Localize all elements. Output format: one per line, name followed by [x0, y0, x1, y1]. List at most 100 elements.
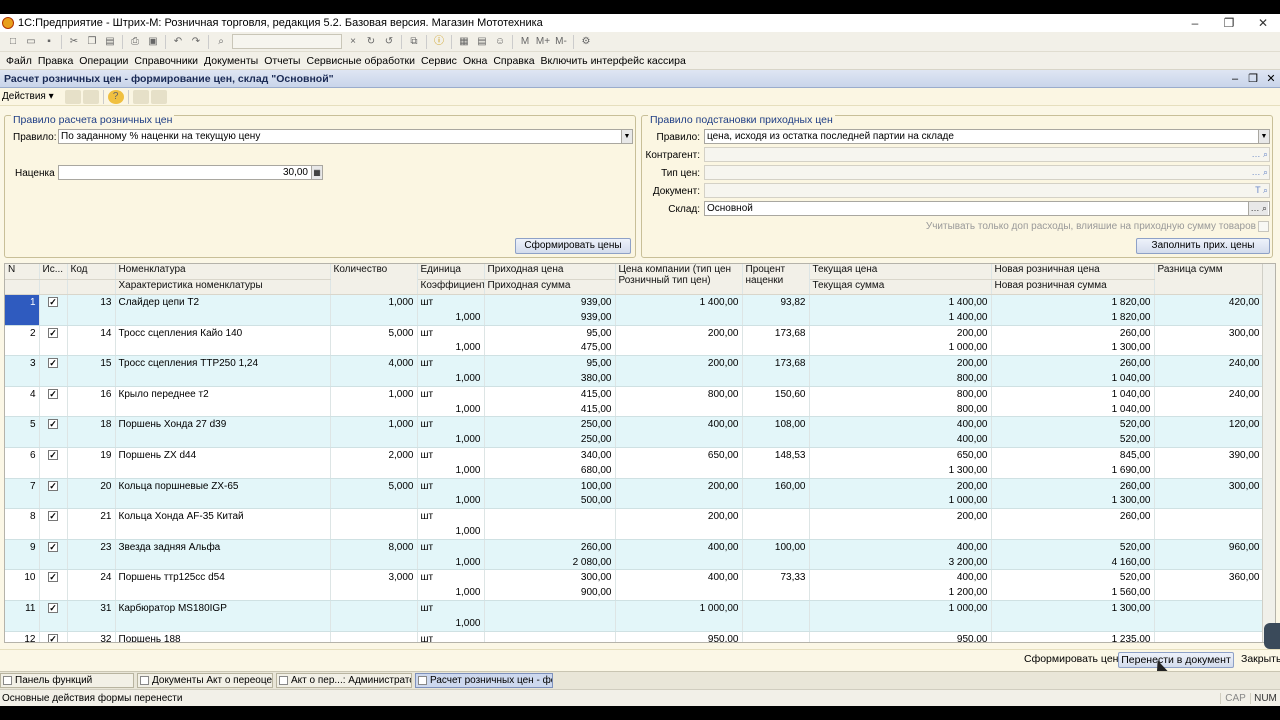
cell-in-sum[interactable]: 380,00 [484, 371, 616, 387]
cut-icon[interactable]: ✂ [66, 35, 82, 49]
cell-n[interactable]: 10 [5, 569, 40, 586]
cell-cur-price[interactable]: 400,00 [809, 539, 992, 555]
cell-qty[interactable]: 5,000 [330, 478, 418, 494]
cell-pct-sub[interactable] [742, 401, 810, 418]
row-checkbox[interactable]: ✓ [48, 511, 58, 522]
cell-qty[interactable]: 1,000 [330, 416, 418, 433]
table-row-sub[interactable]: 1,000 2 080,00 3 200,00 4 160,00 [5, 554, 1264, 571]
cell-unit[interactable]: шт [417, 447, 485, 463]
cell-n[interactable]: 6 [5, 447, 40, 463]
cell-is[interactable]: ✓ [39, 539, 68, 555]
table-row[interactable]: 3 ✓ 15 Тросс сцепления TTP250 1,24 4,000 шт 95… [5, 355, 1264, 372]
cell-unit[interactable]: шт [417, 631, 485, 642]
cell-pct[interactable]: 100,00 [742, 539, 810, 555]
cell-coef[interactable]: 1,000 [417, 340, 485, 357]
cell-code[interactable]: 19 [67, 447, 116, 463]
cell-qty-sub[interactable] [330, 524, 418, 540]
cell-is-sub[interactable] [39, 432, 68, 449]
form-close-icon[interactable]: ✕ [1262, 72, 1280, 85]
cell-n-sub[interactable] [5, 309, 40, 326]
cell-coef[interactable]: 1,000 [417, 554, 485, 571]
cell-qty[interactable]: 8,000 [330, 539, 418, 555]
cell-new-sum[interactable]: 1 820,00 [991, 309, 1155, 326]
cell-is[interactable]: ✓ [39, 294, 68, 310]
cell-new-price[interactable]: 260,00 [991, 355, 1155, 372]
cell-coef[interactable]: 1,000 [417, 585, 485, 602]
cell-new-sum[interactable]: 1 690,00 [991, 462, 1155, 479]
cell-in-sum[interactable]: 475,00 [484, 340, 616, 357]
cell-code-sub[interactable] [67, 401, 116, 418]
cell-company-sub[interactable] [615, 309, 743, 326]
cell-coef[interactable]: 1,000 [417, 401, 485, 418]
menu-windows[interactable]: Окна [463, 55, 487, 67]
cell-code-sub[interactable] [67, 340, 116, 357]
cell-is[interactable]: ✓ [39, 355, 68, 372]
cell-n-sub[interactable] [5, 585, 40, 602]
search-icon[interactable]: … ⌕ [1251, 166, 1268, 179]
cell-pct[interactable]: 93,82 [742, 294, 810, 310]
cell-cur-sum[interactable] [809, 615, 992, 632]
cell-in-sum[interactable]: 939,00 [484, 309, 616, 326]
cell-n-sub[interactable] [5, 524, 40, 540]
cell-diff-sub[interactable] [1154, 462, 1264, 479]
menu-cashier-interface[interactable]: Включить интерфейс кассира [541, 55, 686, 67]
cell-in-sum[interactable]: 680,00 [484, 462, 616, 479]
cell-pct-sub[interactable] [742, 371, 810, 387]
col-cur-price[interactable]: Текущая цена [809, 264, 992, 280]
menu-help[interactable]: Справка [493, 55, 534, 67]
cell-qty-sub[interactable] [330, 432, 418, 449]
col-unit[interactable]: Единица [417, 264, 485, 280]
filter-icon[interactable]: T ⌕ [1255, 184, 1268, 197]
cell-code-sub[interactable] [67, 585, 116, 602]
cell-in-sum[interactable]: 2 080,00 [484, 554, 616, 571]
chevron-down-icon[interactable]: ▼ [621, 130, 632, 143]
cell-pct-sub[interactable] [742, 524, 810, 540]
calculator-icon[interactable]: ▦ [456, 35, 472, 49]
cell-new-sum[interactable]: 4 160,00 [991, 554, 1155, 571]
cell-pct-sub[interactable] [742, 432, 810, 449]
cell-code-sub[interactable] [67, 615, 116, 632]
cell-company-price[interactable]: 650,00 [615, 447, 743, 463]
cell-company-sub[interactable] [615, 615, 743, 632]
cell-in-price[interactable]: 100,00 [484, 478, 616, 494]
cell-new-price[interactable]: 845,00 [991, 447, 1155, 463]
actions-menu[interactable]: Действия ▾ [2, 91, 54, 102]
cell-n[interactable]: 4 [5, 386, 40, 402]
row-checkbox[interactable]: ✓ [48, 572, 58, 583]
menu-catalogs[interactable]: Справочники [134, 55, 198, 67]
cell-qty[interactable]: 1,000 [330, 294, 418, 310]
cell-diff-sub[interactable] [1154, 585, 1264, 602]
cell-qty-sub[interactable] [330, 585, 418, 602]
cell-company-price[interactable]: 1 400,00 [615, 294, 743, 310]
cell-in-price[interactable]: 300,00 [484, 569, 616, 586]
cell-diff-sub[interactable] [1154, 401, 1264, 418]
cell-in-price[interactable] [484, 600, 616, 616]
table-row-sub[interactable]: 1,000 [5, 524, 1264, 540]
col-coef[interactable]: Коэффициент [417, 279, 485, 296]
cell-is-sub[interactable] [39, 309, 68, 326]
row-checkbox[interactable]: ✓ [48, 296, 58, 307]
cell-coef[interactable]: 1,000 [417, 615, 485, 632]
col-qty[interactable]: Количество [330, 264, 418, 296]
cell-pct-sub[interactable] [742, 493, 810, 510]
cell-company-sub[interactable] [615, 462, 743, 479]
cell-pct[interactable]: 173,68 [742, 325, 810, 341]
cell-n-sub[interactable] [5, 401, 40, 418]
cell-diff-sub[interactable] [1154, 371, 1264, 387]
cell-new-sum[interactable]: 1 560,00 [991, 585, 1155, 602]
cell-unit[interactable]: шт [417, 478, 485, 494]
cell-item[interactable]: Слайдер цепи Т2 [115, 294, 331, 310]
cell-company-sub[interactable] [615, 493, 743, 510]
cell-pct[interactable] [742, 600, 810, 616]
help-icon[interactable]: ? [107, 89, 124, 104]
cell-diff[interactable]: 240,00 [1154, 355, 1264, 372]
col-n[interactable]: N [5, 264, 40, 280]
cell-cur-sum[interactable]: 1 000,00 [809, 340, 992, 357]
table-row[interactable]: 5 ✓ 18 Поршень Хонда 27 d39 1,000 шт 250,00 400… [5, 416, 1264, 433]
col-cur-sum[interactable]: Текущая сумма [809, 279, 992, 296]
cell-in-sum[interactable]: 250,00 [484, 432, 616, 449]
cell-is[interactable]: ✓ [39, 386, 68, 402]
row-checkbox[interactable]: ✓ [48, 327, 58, 338]
cell-item[interactable]: Поршень Хонда 27 d39 [115, 416, 331, 433]
col-is[interactable]: Ис... [39, 264, 68, 280]
